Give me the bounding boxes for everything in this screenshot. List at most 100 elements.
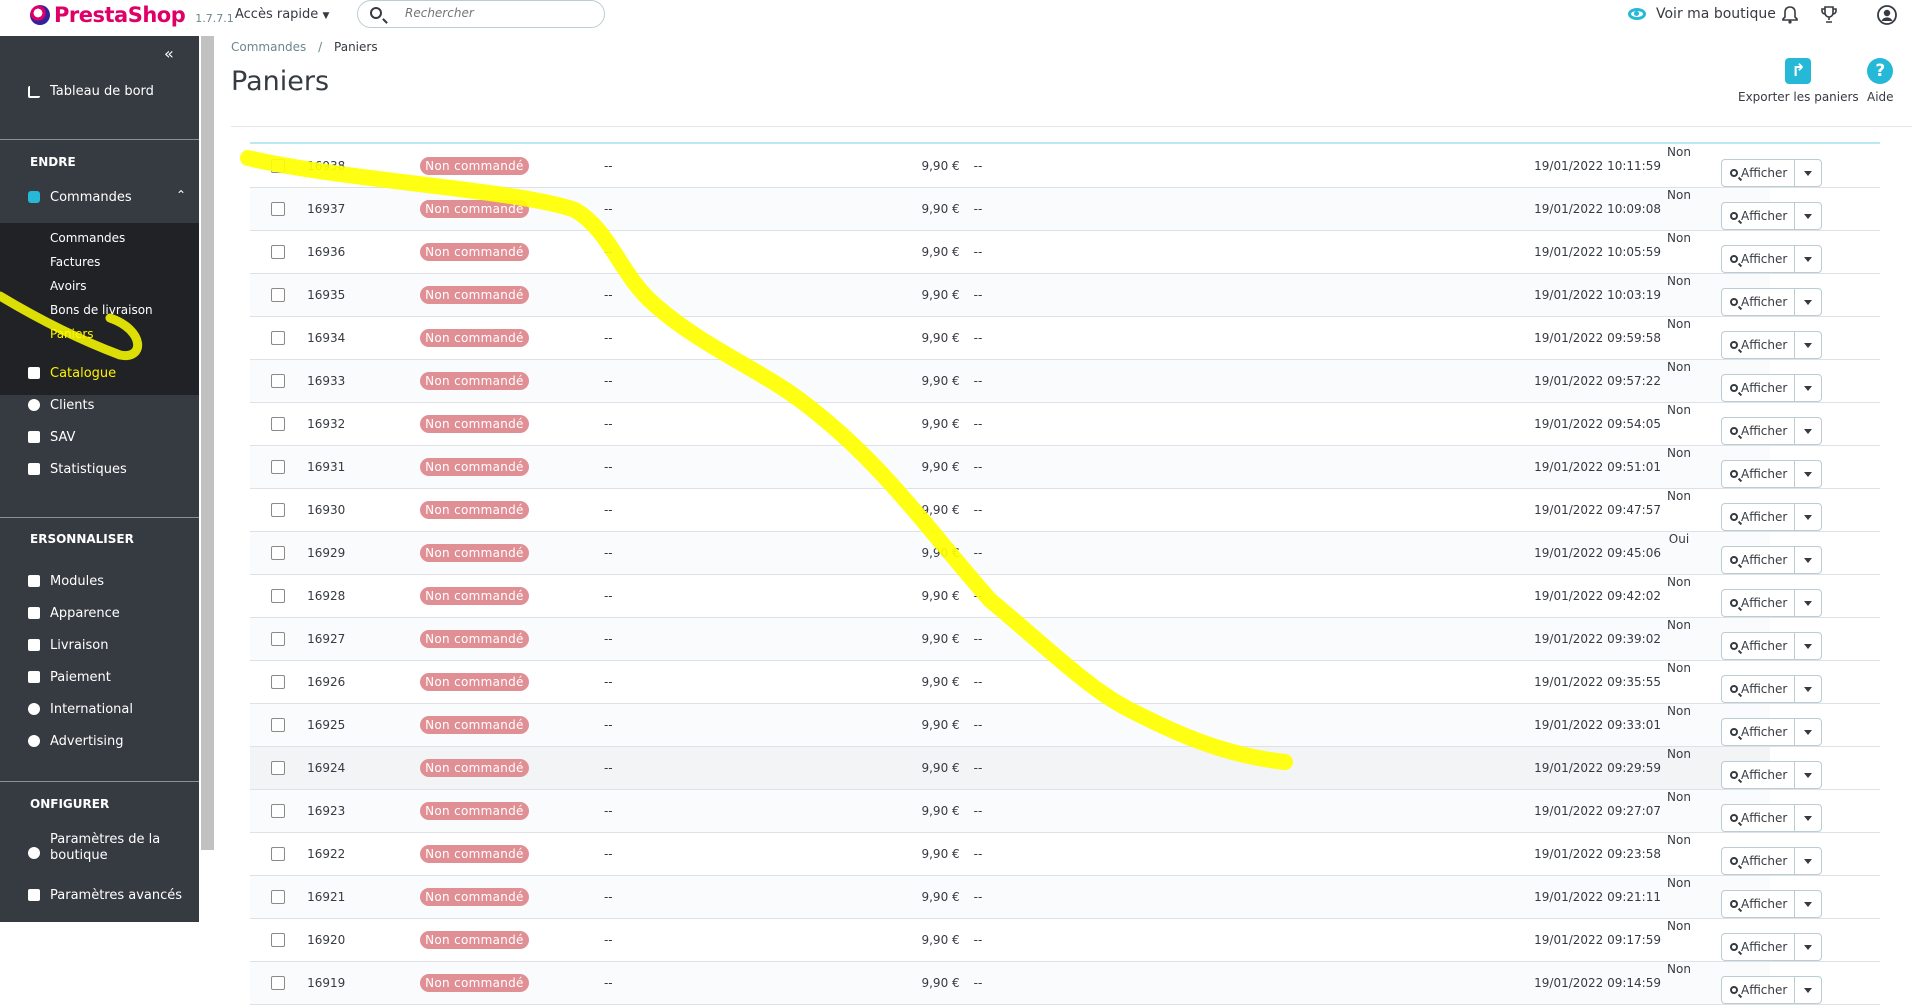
sidebar-item-shop-params[interactable]: Paramètres de la boutique (50, 832, 190, 864)
view-button[interactable]: Afficher (1722, 633, 1796, 659)
view-button-group[interactable]: Afficher (1721, 331, 1823, 359)
view-dropdown-toggle[interactable] (1795, 676, 1821, 702)
user-account-icon[interactable] (1876, 4, 1898, 26)
table-row[interactable]: 16920 Non commandé -- 9,90 € -- 19/01/2022 09… (250, 919, 1880, 962)
table-row[interactable]: 16931 Non commandé -- 9,90 € -- 19/01/2022 09… (250, 445, 1880, 489)
view-button[interactable]: Afficher (1722, 504, 1796, 530)
view-button[interactable]: Afficher (1722, 375, 1796, 401)
table-row[interactable]: 16929 Non commandé -- 9,90 € -- 19/01/2022 09… (250, 531, 1880, 575)
table-row[interactable]: 16937 Non commandé -- 9,90 € -- 19/01/2022 10… (250, 187, 1880, 231)
view-button-group[interactable]: Afficher (1721, 718, 1823, 746)
view-button[interactable]: Afficher (1722, 246, 1796, 272)
view-dropdown-toggle[interactable] (1795, 461, 1821, 487)
table-row[interactable]: 16922 Non commandé -- 9,90 € -- 19/01/2022 09… (250, 833, 1880, 876)
view-dropdown-toggle[interactable] (1795, 805, 1821, 831)
view-button[interactable]: Afficher (1722, 719, 1796, 745)
view-button-group[interactable]: Afficher (1721, 546, 1823, 574)
row-checkbox[interactable] (271, 159, 285, 173)
view-button-group[interactable]: Afficher (1721, 417, 1823, 445)
view-button-group[interactable]: Afficher (1721, 890, 1823, 918)
trophy-icon[interactable] (1818, 4, 1840, 26)
view-button[interactable]: Afficher (1722, 590, 1796, 616)
view-button[interactable]: Afficher (1722, 418, 1796, 444)
view-dropdown-toggle[interactable] (1795, 246, 1821, 272)
table-row[interactable]: 16923 Non commandé -- 9,90 € -- 19/01/2022 09… (250, 789, 1880, 833)
row-checkbox[interactable] (271, 890, 285, 904)
view-dropdown-toggle[interactable] (1795, 418, 1821, 444)
view-dropdown-toggle[interactable] (1795, 332, 1821, 358)
table-row[interactable]: 16935 Non commandé -- 9,90 € -- 19/01/2022 10… (250, 273, 1880, 317)
table-row[interactable]: 16934 Non commandé -- 9,90 € -- 19/01/2022 09… (250, 317, 1880, 360)
view-dropdown-toggle[interactable] (1795, 504, 1821, 530)
view-dropdown-toggle[interactable] (1795, 160, 1821, 186)
view-button[interactable]: Afficher (1722, 461, 1796, 487)
sidebar-item-dashboard[interactable]: Tableau de bord (50, 84, 154, 99)
sidebar-item-shipping[interactable]: Livraison (50, 638, 108, 653)
row-checkbox[interactable] (271, 288, 285, 302)
table-row[interactable]: 16919 Non commandé -- 9,90 € -- 19/01/2022 09… (250, 961, 1880, 1005)
view-button[interactable]: Afficher (1722, 547, 1796, 573)
search-input[interactable] (403, 5, 597, 21)
row-checkbox[interactable] (271, 589, 285, 603)
view-button[interactable]: Afficher (1722, 160, 1796, 186)
sidebar-item-payment[interactable]: Paiement (50, 670, 111, 685)
view-button-group[interactable]: Afficher (1721, 976, 1823, 1004)
view-button[interactable]: Afficher (1722, 934, 1796, 960)
view-dropdown-toggle[interactable] (1795, 891, 1821, 917)
view-button-group[interactable]: Afficher (1721, 933, 1823, 961)
table-row[interactable]: 16924 Non commandé -- 9,90 € -- 19/01/2022 09… (250, 746, 1880, 790)
view-dropdown-toggle[interactable] (1795, 977, 1821, 1003)
view-dropdown-toggle[interactable] (1795, 289, 1821, 315)
view-dropdown-toggle[interactable] (1795, 590, 1821, 616)
row-checkbox[interactable] (271, 503, 285, 517)
view-button-group[interactable]: Afficher (1721, 288, 1823, 316)
row-checkbox[interactable] (271, 374, 285, 388)
submenu-credit-slips[interactable]: Avoirs (50, 279, 86, 293)
table-row[interactable]: 16927 Non commandé -- 9,90 € -- 19/01/2022 09… (250, 617, 1880, 661)
view-button[interactable]: Afficher (1722, 977, 1796, 1003)
submenu-delivery-slips[interactable]: Bons de livraison (50, 303, 153, 317)
view-button-group[interactable]: Afficher (1721, 374, 1823, 402)
prestashop-logo[interactable]: PrestaShop 1.7.7.1 (30, 2, 234, 28)
view-button[interactable]: Afficher (1722, 891, 1796, 917)
view-dropdown-toggle[interactable] (1795, 934, 1821, 960)
collapse-sidebar-icon[interactable]: « (164, 44, 174, 63)
table-row[interactable]: 16928 Non commandé -- 9,90 € -- 19/01/2022 09… (250, 575, 1880, 618)
view-button-group[interactable]: Afficher (1721, 503, 1823, 531)
row-checkbox[interactable] (271, 761, 285, 775)
sidebar-item-service[interactable]: SAV (50, 430, 75, 445)
submenu-orders[interactable]: Commandes (50, 231, 125, 245)
table-row[interactable]: 16926 Non commandé -- 9,90 € -- 19/01/2022 09… (250, 661, 1880, 704)
sidebar-item-modules[interactable]: Modules (50, 574, 104, 589)
view-button-group[interactable]: Afficher (1721, 632, 1823, 660)
help-button[interactable]: ? Aide (1867, 58, 1894, 104)
sidebar-scrollbar[interactable] (201, 36, 214, 850)
row-checkbox[interactable] (271, 632, 285, 646)
view-button[interactable]: Afficher (1722, 332, 1796, 358)
table-row[interactable]: 16933 Non commandé -- 9,90 € -- 19/01/2022 09… (250, 359, 1880, 403)
view-dropdown-toggle[interactable] (1795, 203, 1821, 229)
search-box[interactable] (357, 0, 605, 28)
view-shop-link[interactable]: Voir ma boutique (1628, 6, 1776, 22)
view-dropdown-toggle[interactable] (1795, 848, 1821, 874)
view-button[interactable]: Afficher (1722, 203, 1796, 229)
row-checkbox[interactable] (271, 202, 285, 216)
table-row[interactable]: 16936 Non commandé -- 9,90 € -- 19/01/2022 10… (250, 231, 1880, 274)
row-checkbox[interactable] (271, 331, 285, 345)
submenu-invoices[interactable]: Factures (50, 255, 100, 269)
view-button-group[interactable]: Afficher (1721, 761, 1823, 789)
table-row[interactable]: 16925 Non commandé -- 9,90 € -- 19/01/2022 09… (250, 703, 1880, 747)
row-checkbox[interactable] (271, 933, 285, 947)
view-button-group[interactable]: Afficher (1721, 847, 1823, 875)
sidebar-item-appearance[interactable]: Apparence (50, 606, 120, 621)
quick-access-dropdown[interactable]: Accès rapide ▼ (235, 7, 329, 22)
view-button-group[interactable]: Afficher (1721, 245, 1823, 273)
view-button[interactable]: Afficher (1722, 805, 1796, 831)
view-dropdown-toggle[interactable] (1795, 547, 1821, 573)
row-checkbox[interactable] (271, 417, 285, 431)
row-checkbox[interactable] (271, 460, 285, 474)
row-checkbox[interactable] (271, 847, 285, 861)
row-checkbox[interactable] (271, 976, 285, 990)
view-button-group[interactable]: Afficher (1721, 589, 1823, 617)
row-checkbox[interactable] (271, 546, 285, 560)
